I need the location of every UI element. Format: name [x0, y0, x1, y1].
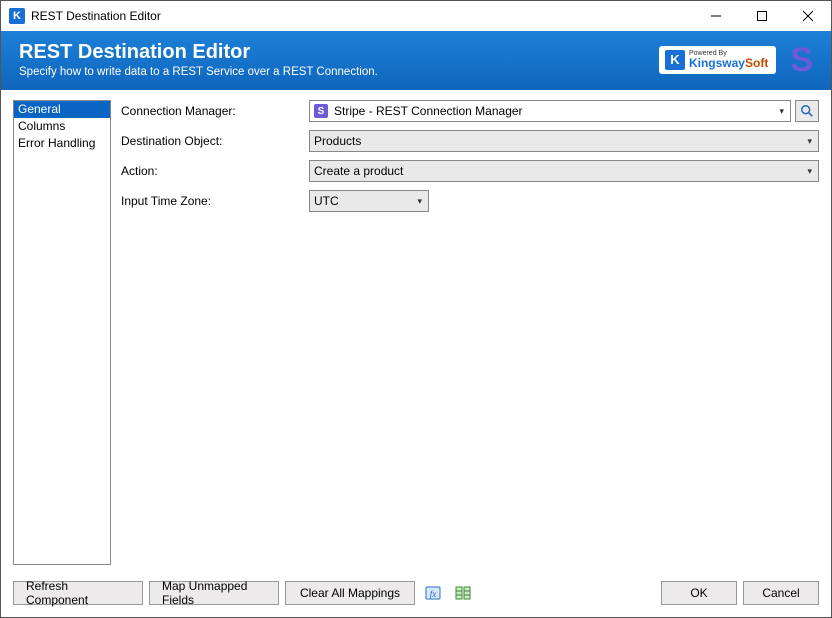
destination-object-label: Destination Object:: [121, 134, 309, 148]
window: K REST Destination Editor REST Destinati…: [0, 0, 832, 618]
row-action: Action: Create a product ▾: [121, 160, 819, 182]
kingswaysoft-logo: K Powered By KingswaySoft: [659, 46, 776, 74]
connection-manager-label: Connection Manager:: [121, 104, 309, 118]
header-logos: K Powered By KingswaySoft S: [659, 43, 813, 77]
connection-manager-dropdown[interactable]: S Stripe - REST Connection Manager ▾: [309, 100, 791, 122]
action-value: Create a product: [314, 164, 805, 178]
stripe-logo-icon: S: [790, 43, 813, 77]
close-button[interactable]: [785, 1, 831, 31]
browse-connection-button[interactable]: [795, 100, 819, 122]
refresh-component-button[interactable]: Refresh Component: [13, 581, 143, 605]
footer: Refresh Component Map Unmapped Fields Cl…: [1, 573, 831, 617]
stripe-icon: S: [314, 104, 328, 118]
map-unmapped-fields-button[interactable]: Map Unmapped Fields: [149, 581, 279, 605]
clear-all-mappings-button[interactable]: Clear All Mappings: [285, 581, 415, 605]
destination-object-dropdown[interactable]: Products ▾: [309, 130, 819, 152]
action-dropdown[interactable]: Create a product ▾: [309, 160, 819, 182]
row-destination-object: Destination Object: Products ▾: [121, 130, 819, 152]
sidebar-item-general[interactable]: General: [14, 101, 110, 118]
app-icon: K: [9, 8, 25, 24]
chevron-down-icon: ▾: [805, 166, 814, 177]
chevron-down-icon: ▾: [415, 196, 424, 207]
sidebar-item-columns[interactable]: Columns: [14, 118, 110, 135]
sidebar-item-label: Error Handling: [18, 136, 95, 150]
connection-manager-value: Stripe - REST Connection Manager: [334, 104, 777, 118]
destination-object-value: Products: [314, 134, 805, 148]
input-time-zone-dropdown[interactable]: UTC ▾: [309, 190, 429, 212]
sidebar: General Columns Error Handling: [13, 100, 111, 565]
expression-icon[interactable]: fx: [421, 581, 445, 605]
ok-button[interactable]: OK: [661, 581, 737, 605]
chevron-down-icon: ▾: [805, 136, 814, 147]
sidebar-item-error-handling[interactable]: Error Handling: [14, 135, 110, 152]
svg-text:fx: fx: [430, 589, 437, 599]
row-connection-manager: Connection Manager: S Stripe - REST Conn…: [121, 100, 819, 122]
header-text: REST Destination Editor Specify how to w…: [19, 41, 378, 78]
form-area: Connection Manager: S Stripe - REST Conn…: [121, 100, 819, 565]
maximize-button[interactable]: [739, 1, 785, 31]
window-controls: [693, 1, 831, 31]
input-time-zone-label: Input Time Zone:: [121, 194, 309, 208]
body: General Columns Error Handling Connectio…: [1, 90, 831, 573]
input-time-zone-value: UTC: [314, 194, 415, 208]
minimize-button[interactable]: [693, 1, 739, 31]
sidebar-item-label: General: [18, 102, 61, 116]
titlebar: K REST Destination Editor: [1, 1, 831, 31]
cancel-button[interactable]: Cancel: [743, 581, 819, 605]
header-title: REST Destination Editor: [19, 41, 378, 64]
chevron-down-icon: ▾: [777, 106, 786, 117]
kingswaysoft-logo-icon: K: [665, 50, 685, 70]
row-input-time-zone: Input Time Zone: UTC ▾: [121, 190, 819, 212]
header: REST Destination Editor Specify how to w…: [1, 31, 831, 90]
window-title: REST Destination Editor: [31, 9, 693, 23]
action-label: Action:: [121, 164, 309, 178]
columns-icon[interactable]: [451, 581, 475, 605]
kingswaysoft-name: KingswaySoft: [689, 57, 768, 69]
header-subtitle: Specify how to write data to a REST Serv…: [19, 66, 378, 78]
sidebar-item-label: Columns: [18, 119, 65, 133]
